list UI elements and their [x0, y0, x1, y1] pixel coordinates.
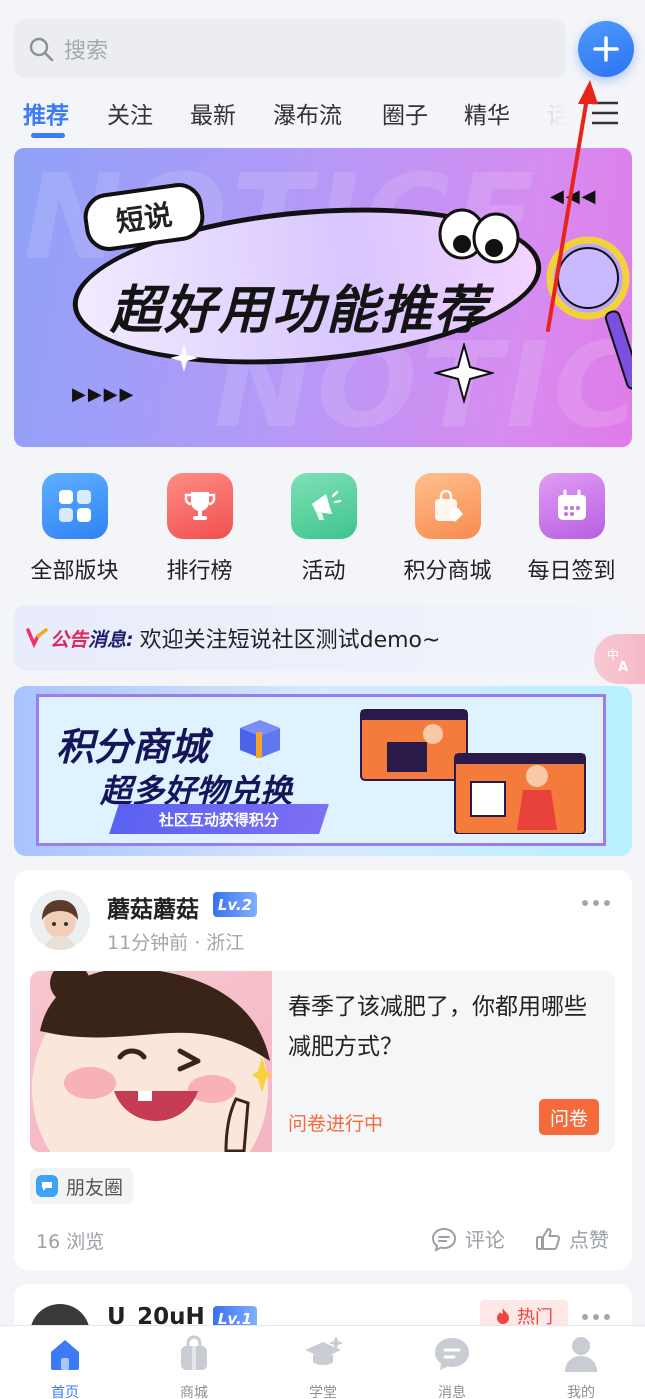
tabbar-messages[interactable]: 消息 [412, 1334, 492, 1399]
quick-nav: 全部版块 排行榜 活动 积分商城 每日签到 [0, 473, 645, 588]
like-button[interactable]: 点赞 [535, 1224, 609, 1253]
shopping-illustration [360, 709, 586, 834]
topic-tag[interactable]: 朋友圈 [30, 1168, 134, 1204]
tabbar-academy[interactable]: 学堂 [283, 1334, 363, 1399]
tabbar-home[interactable]: 首页 [25, 1334, 105, 1399]
post-title[interactable]: 春季了该减肥了，你都用哪些减肥方式？ [288, 987, 600, 1067]
tabbar-label: 我的 [567, 1385, 595, 1399]
mall-banner-title: 积分商城 [56, 725, 209, 769]
post-cover-image [30, 971, 272, 1152]
sparkle-icon [434, 343, 494, 403]
quick-nav-points-mall[interactable]: 积分商城 [385, 473, 510, 585]
tab-featured[interactable]: 精华 [464, 96, 510, 130]
post-card[interactable]: 蘑菇蘑菇 Lv.2 11分钟前 · 浙江 春季了该减肥了，你都用哪些减肥方式？ … [14, 870, 632, 1270]
tabbar-label: 消息 [438, 1385, 466, 1399]
comment-icon [431, 1227, 457, 1252]
tabbar-label: 商城 [180, 1385, 208, 1399]
survey-badge: 问卷 [539, 1099, 599, 1135]
tab-circles[interactable]: 圈子 [382, 96, 428, 130]
quick-nav-daily-checkin[interactable]: 每日签到 [509, 473, 634, 585]
shop-icon [181, 1335, 207, 1370]
shopping-bag-icon [414, 473, 481, 539]
megaphone-icon [290, 473, 357, 539]
announcement-tag: 公告消息: [50, 625, 134, 652]
create-post-button[interactable] [578, 21, 634, 77]
post-meta: 11分钟前 · 浙江 [107, 932, 245, 954]
menu-icon[interactable] [590, 100, 620, 126]
tabbar-label: 首页 [51, 1385, 79, 1399]
more-options-icon[interactable] [581, 1310, 611, 1324]
category-tabs: 推荐 关注 最新 瀑布流 圈子 精华 话 [0, 88, 645, 140]
announcement-message: 欢迎关注短说社区测试demo~ [139, 628, 441, 653]
survey-status: 问卷进行中 [288, 1113, 384, 1135]
flame-icon [497, 1308, 509, 1324]
grid-icon [41, 473, 108, 539]
svg-text:A: A [618, 660, 628, 673]
tabs-fade [528, 88, 583, 140]
announcement-tag-prefix: 公告 [50, 628, 89, 651]
quick-nav-all-boards[interactable]: 全部版块 [12, 473, 137, 585]
announcement-tag-suffix: 消息: [88, 628, 134, 651]
gift-box-icon [240, 720, 280, 758]
survey-post-content[interactable]: 春季了该减肥了，你都用哪些减肥方式？ 问卷进行中 问卷 [30, 971, 615, 1152]
post-username[interactable]: 蘑菇蘑菇 [107, 890, 199, 924]
translate-icon: 中A [607, 647, 628, 673]
comment-button[interactable]: 评论 [431, 1224, 505, 1253]
more-options-icon[interactable] [581, 896, 611, 910]
tab-latest[interactable]: 最新 [190, 96, 236, 130]
tabbar-profile[interactable]: 我的 [541, 1334, 621, 1399]
arrow-decoration-right: ◀◀◀ [550, 186, 598, 207]
trophy-icon [166, 473, 233, 539]
search-input[interactable]: 搜索 [14, 19, 566, 78]
translate-button[interactable]: 中A [594, 634, 645, 684]
tabbar-shop[interactable]: 商城 [154, 1334, 234, 1399]
mall-banner-ribbon: 社区互动获得积分 [109, 804, 329, 834]
quick-nav-leaderboard[interactable]: 排行榜 [137, 473, 262, 585]
user-icon [565, 1337, 597, 1372]
active-tab-indicator [31, 133, 65, 138]
quick-nav-events[interactable]: 活动 [261, 473, 386, 585]
quick-nav-label: 排行榜 [166, 559, 233, 584]
search-placeholder: 搜索 [64, 38, 109, 64]
mall-banner-ribbon-text: 社区互动获得积分 [158, 810, 279, 829]
like-label: 点赞 [569, 1228, 609, 1252]
tab-recommend[interactable]: 推荐 [23, 96, 69, 130]
quick-nav-label: 活动 [301, 559, 346, 584]
chat-bubble-icon [36, 1175, 58, 1197]
calendar-icon [538, 473, 605, 539]
quick-nav-label: 积分商城 [403, 559, 492, 584]
arrow-decoration: ▶▶▶▶ [72, 384, 136, 405]
eyes-icon [438, 208, 520, 264]
bottom-tab-bar: 首页 商城 学堂 消息 我的 [0, 1325, 645, 1399]
thumbs-up-icon [536, 1227, 561, 1250]
tab-follow[interactable]: 关注 [107, 96, 153, 130]
feature-banner[interactable]: NOTICE NOTICE 超好用功能推荐 短说 ▶▶▶▶ ◀◀◀ [14, 148, 632, 447]
avatar[interactable] [30, 890, 90, 950]
graduation-cap-icon [305, 1336, 343, 1365]
tabbar-label: 学堂 [309, 1385, 337, 1399]
view-count: 16 浏览 [36, 1231, 105, 1253]
home-icon [51, 1340, 79, 1370]
announcement-bar[interactable]: 公告消息: 欢迎关注短说社区测试demo~ [14, 605, 632, 671]
comment-label: 评论 [465, 1228, 505, 1252]
chat-icon [435, 1338, 469, 1370]
quick-nav-label: 全部版块 [30, 559, 119, 584]
magnifier-icon [546, 236, 632, 390]
banner-headline: 超好用功能推荐 [110, 281, 489, 341]
user-level-badge: Lv.2 [213, 892, 257, 917]
announcement-logo-icon [26, 628, 48, 649]
plus-icon [593, 36, 619, 62]
sparkle-small-icon [170, 344, 198, 372]
points-mall-banner[interactable]: 积分商城 超多好物兑换 社区互动获得积分 [14, 686, 632, 856]
topic-label: 朋友圈 [66, 1176, 124, 1199]
quick-nav-label: 每日签到 [527, 559, 616, 584]
search-icon [29, 37, 54, 61]
tab-waterfall[interactable]: 瀑布流 [273, 96, 342, 130]
